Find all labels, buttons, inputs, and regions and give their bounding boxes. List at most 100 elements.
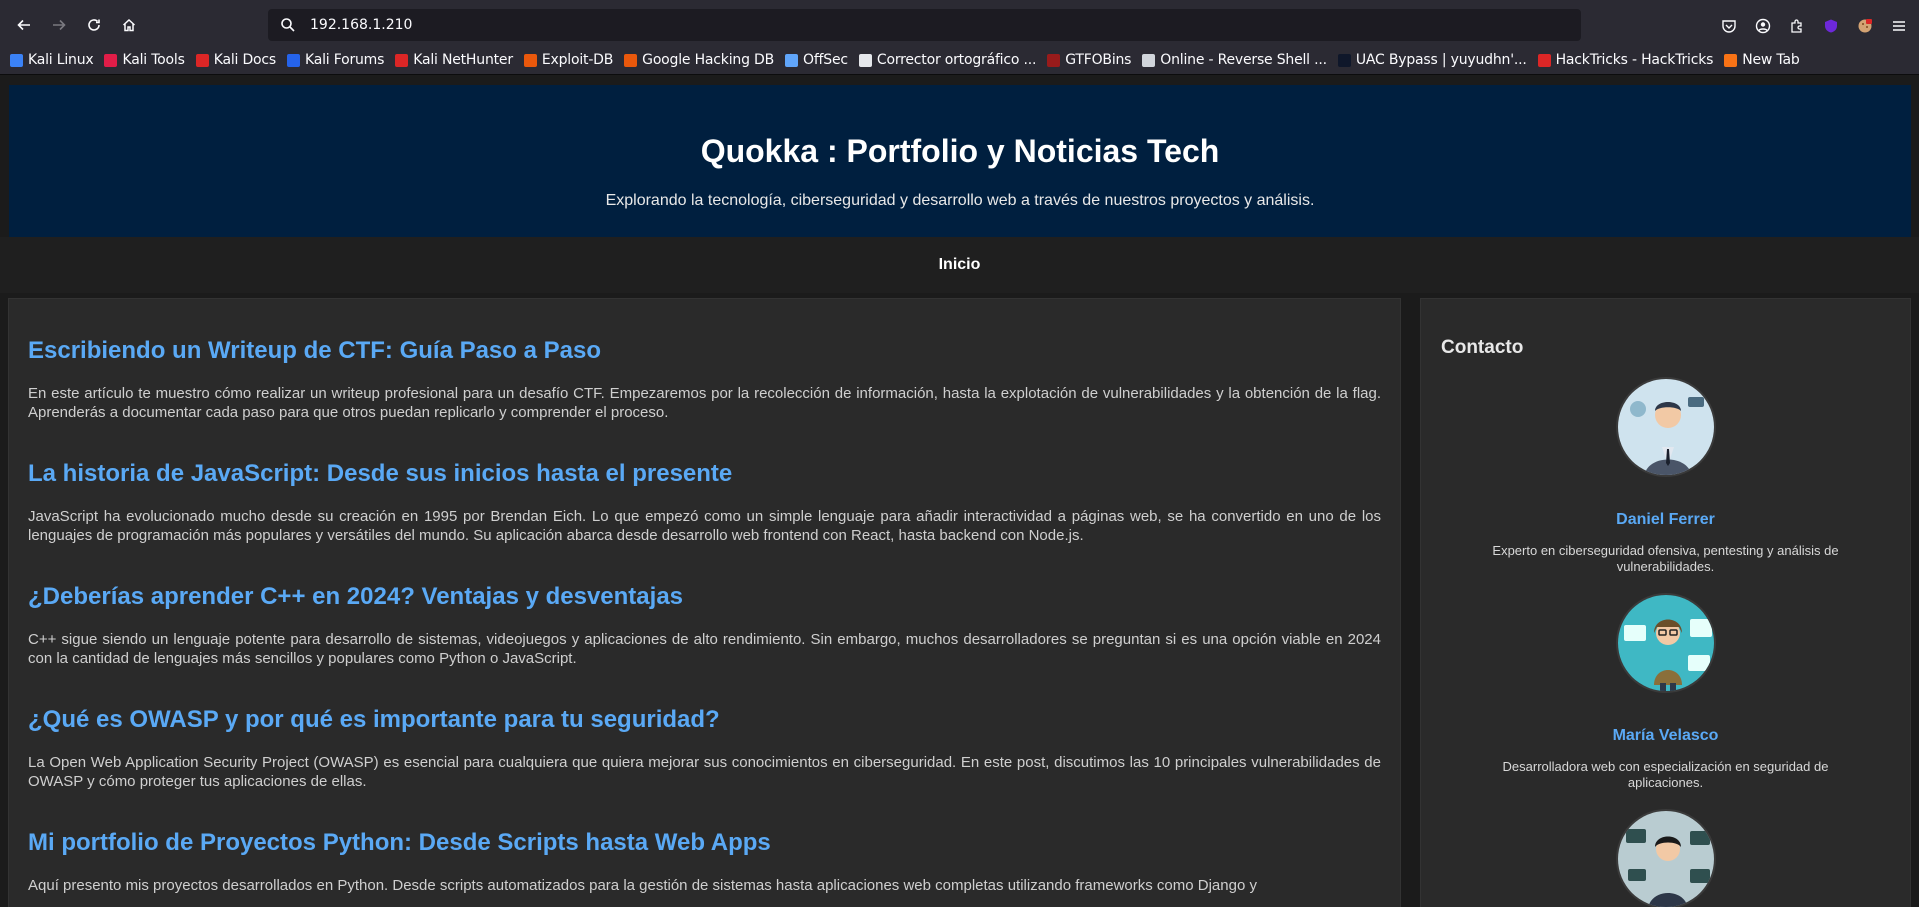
extension-cookie-button[interactable]: [1855, 16, 1875, 36]
bookmark-label: Kali Docs: [213, 52, 276, 68]
cookie-extension-icon: [1858, 19, 1872, 33]
avatar-security-man-icon: [1617, 379, 1714, 475]
bookmark-label: Kali Forums: [304, 52, 385, 68]
bookmark-favicon-icon: [858, 53, 872, 67]
account-icon: [1755, 18, 1771, 34]
bookmark-item[interactable]: HackTricks - HackTricks: [1537, 52, 1714, 68]
bookmark-label: Google Hacking DB: [642, 52, 774, 68]
avatar-maria: [1615, 593, 1716, 693]
contact-desc: Experto en ciberseguridad ofensiva, pent…: [1492, 543, 1839, 574]
bookmark-favicon-icon: [523, 53, 537, 67]
bookmark-favicon-icon: [395, 53, 409, 67]
shield-extension-icon: [1825, 19, 1837, 33]
arrow-right-icon: [53, 19, 66, 31]
bookmark-favicon-icon: [1337, 53, 1351, 67]
post-title[interactable]: ¿Qué es OWASP y por qué es importante pa…: [28, 706, 1381, 734]
avatar-third: [1615, 809, 1716, 907]
nav-link-inicio[interactable]: Inicio: [939, 256, 981, 274]
contact-desc: Desarrolladora web con especialización e…: [1502, 759, 1829, 790]
web-page: Quokka : Portfolio y Noticias Tech Explo…: [0, 76, 1919, 907]
hamburger-menu-icon: [1893, 21, 1905, 31]
contact-sidebar: Contacto Daniel Ferrer Experto en cibers…: [1420, 298, 1911, 907]
post-body: C++ sigue siendo un lenguaje potente par…: [28, 631, 1381, 667]
arrow-left-icon: [17, 19, 30, 31]
post-body: JavaScript ha evolucionado mucho desde s…: [28, 508, 1381, 544]
contact-card: [1441, 809, 1890, 907]
post-item: La historia de JavaScript: Desde sus ini…: [28, 460, 1381, 545]
bookmark-favicon-icon: [1142, 53, 1156, 67]
home-icon: [122, 18, 136, 32]
home-button[interactable]: [113, 9, 145, 41]
bookmark-item[interactable]: Kali Tools: [104, 52, 185, 68]
site-header: Quokka : Portfolio y Noticias Tech Explo…: [9, 85, 1911, 237]
bookmark-item[interactable]: GTFOBins: [1047, 52, 1131, 68]
bookmark-label: Kali NetHunter: [413, 52, 513, 68]
bookmark-label: Online - Reverse Shell ...: [1160, 52, 1327, 68]
bookmark-favicon-icon: [1724, 53, 1738, 67]
account-button[interactable]: [1753, 16, 1773, 36]
post-item: ¿Deberías aprender C++ en 2024? Ventajas…: [28, 583, 1381, 668]
menu-button[interactable]: [1889, 16, 1909, 36]
contact-card: Daniel Ferrer Experto en ciberseguridad …: [1441, 377, 1890, 575]
bookmark-item[interactable]: Kali Forums: [286, 52, 385, 68]
toolbar-right-icons: [1719, 16, 1909, 36]
post-title[interactable]: Mi portfolio de Proyectos Python: Desde …: [28, 829, 1381, 857]
avatar-developer-girl-icon: [1617, 595, 1714, 691]
contact-name[interactable]: Daniel Ferrer: [1441, 511, 1890, 529]
bookmark-item[interactable]: UAC Bypass | yuyudhn'...: [1337, 52, 1527, 68]
bookmark-item[interactable]: OffSec: [785, 52, 848, 68]
pocket-icon: [1722, 20, 1736, 33]
browser-toolbar: 192.168.1.210: [0, 4, 1919, 46]
bookmark-item[interactable]: Google Hacking DB: [624, 52, 774, 68]
post-title[interactable]: La historia de JavaScript: Desde sus ini…: [28, 460, 1381, 488]
bookmark-label: New Tab: [1742, 52, 1800, 68]
bookmark-label: UAC Bypass | yuyudhn'...: [1355, 52, 1527, 68]
bookmark-favicon-icon: [785, 53, 798, 67]
bookmark-item[interactable]: Kali NetHunter: [395, 52, 513, 68]
extensions-button[interactable]: [1787, 16, 1807, 36]
contact-heading: Contacto: [1441, 337, 1524, 358]
bookmark-favicon-icon: [286, 53, 300, 67]
bookmark-item[interactable]: Kali Linux: [10, 52, 94, 68]
contact-card: María Velasco Desarrolladora web con esp…: [1441, 593, 1890, 791]
bookmark-favicon-icon: [1537, 53, 1551, 67]
bookmark-favicon-icon: [10, 53, 23, 67]
bookmark-label: Kali Tools: [122, 52, 185, 68]
bookmark-label: OffSec: [803, 52, 848, 68]
bookmark-label: Exploit-DB: [541, 52, 614, 68]
search-icon: [281, 18, 295, 32]
contact-name[interactable]: María Velasco: [1441, 727, 1890, 745]
posts-section: Escribiendo un Writeup de CTF: Guía Paso…: [8, 298, 1401, 907]
forward-button[interactable]: [43, 9, 75, 41]
bookmark-item[interactable]: New Tab: [1724, 52, 1800, 68]
bookmark-favicon-icon: [1047, 53, 1061, 67]
pocket-button[interactable]: [1719, 16, 1739, 36]
puzzle-icon: [1791, 19, 1802, 33]
bookmark-label: HackTricks - HackTricks: [1555, 52, 1714, 68]
post-body: La Open Web Application Security Project…: [28, 754, 1381, 790]
post-item: Escribiendo un Writeup de CTF: Guía Paso…: [28, 337, 1381, 422]
site-nav: Inicio: [0, 237, 1919, 293]
site-title: Quokka : Portfolio y Noticias Tech: [700, 133, 1220, 169]
avatar-linux-admin-icon: [1617, 811, 1714, 907]
bookmark-item[interactable]: Online - Reverse Shell ...: [1142, 52, 1327, 68]
bookmark-favicon-icon: [195, 53, 209, 67]
reload-icon: [88, 19, 100, 31]
avatar-daniel: [1615, 377, 1716, 477]
back-button[interactable]: [8, 9, 40, 41]
reload-button[interactable]: [78, 9, 110, 41]
post-body: Aquí presento mis proyectos desarrollado…: [28, 877, 1257, 894]
post-title[interactable]: Escribiendo un Writeup de CTF: Guía Paso…: [28, 337, 1381, 365]
bookmark-label: Kali Linux: [28, 52, 94, 68]
bookmark-label: Corrector ortográfico ...: [876, 52, 1037, 68]
post-item: ¿Qué es OWASP y por qué es importante pa…: [28, 706, 1381, 791]
address-bar[interactable]: 192.168.1.210: [268, 9, 1581, 41]
post-item: Mi portfolio de Proyectos Python: Desde …: [28, 829, 1381, 895]
bookmark-favicon-icon: [624, 53, 638, 67]
post-title[interactable]: ¿Deberías aprender C++ en 2024? Ventajas…: [28, 583, 1381, 611]
bookmark-item[interactable]: Corrector ortográfico ...: [858, 52, 1037, 68]
extension-badge-button[interactable]: [1821, 16, 1841, 36]
bookmark-item[interactable]: Kali Docs: [195, 52, 276, 68]
bookmark-item[interactable]: Exploit-DB: [523, 52, 614, 68]
url-text: 192.168.1.210: [310, 17, 413, 33]
